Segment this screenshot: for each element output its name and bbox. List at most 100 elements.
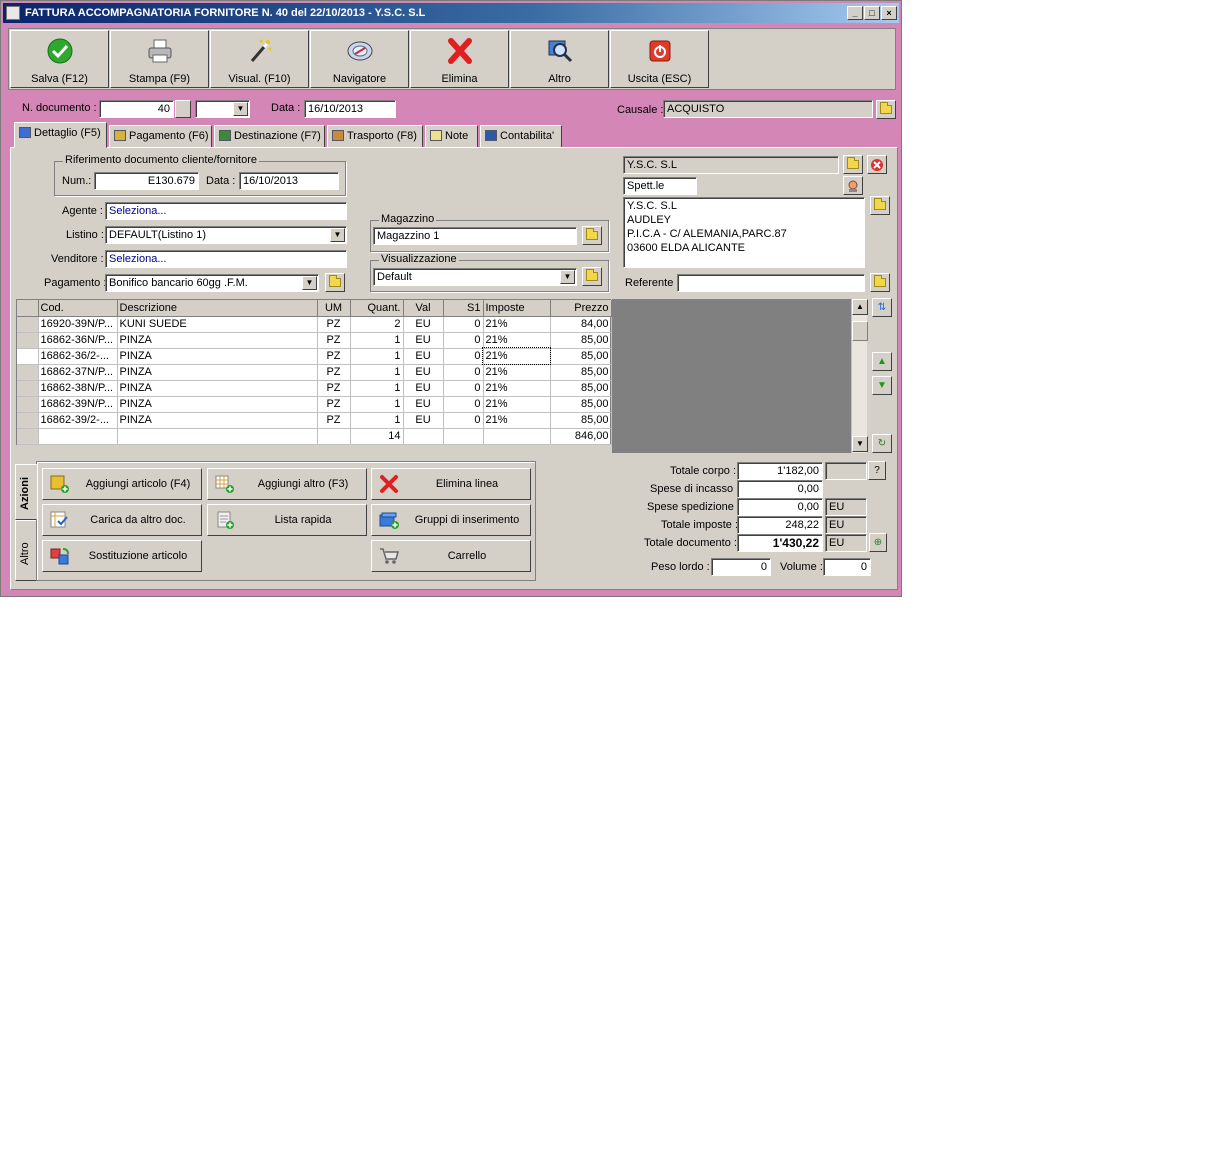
table-cell[interactable]: PZ xyxy=(317,396,351,413)
magazzino-field[interactable]: Magazzino 1 xyxy=(373,227,577,245)
table-cell[interactable]: EU xyxy=(403,316,444,333)
supplier-name-field[interactable]: Y.S.C. S.L xyxy=(623,156,839,174)
table-cell[interactable]: PINZA xyxy=(117,380,318,397)
table-cell[interactable]: 0 xyxy=(443,380,484,397)
doc-series-select[interactable]: ▼ xyxy=(195,100,250,118)
save-button[interactable]: Salva (F12) xyxy=(10,30,109,88)
table-row[interactable]: 16862-39/2-... PINZA PZ 1 EU 0 21% 85,00 xyxy=(17,412,612,429)
causale-field[interactable]: ACQUISTO xyxy=(663,100,873,118)
table-row[interactable]: 16862-38N/P... PINZA PZ 1 EU 0 21% 85,00 xyxy=(17,380,612,397)
row-indicator[interactable] xyxy=(17,316,39,333)
table-cell[interactable]: PINZA xyxy=(117,348,318,365)
table-row[interactable]: 16862-37N/P... PINZA PZ 1 EU 0 21% 85,00 xyxy=(17,364,612,381)
table-cell[interactable]: PZ xyxy=(317,332,351,349)
table-cell[interactable]: 1 xyxy=(350,364,404,381)
referente-field[interactable] xyxy=(677,274,865,292)
table-cell[interactable]: 21% xyxy=(483,396,551,413)
visualizzazione-select[interactable]: Default ▼ xyxy=(373,268,577,286)
column-header[interactable]: Cod. xyxy=(38,300,118,317)
tab-destinazione[interactable]: Destinazione (F7) xyxy=(214,125,325,148)
table-cell[interactable]: 0 xyxy=(443,396,484,413)
items-grid[interactable]: Cod. Descrizione UM Quant. Val S1 Impost… xyxy=(16,299,612,445)
column-header[interactable]: UM xyxy=(317,300,351,317)
contact-search-button[interactable] xyxy=(843,176,863,195)
table-cell[interactable]: 85,00 xyxy=(550,412,612,429)
causale-browse-button[interactable] xyxy=(876,100,896,119)
table-cell[interactable]: PZ xyxy=(317,364,351,381)
table-cell[interactable]: 85,00 xyxy=(550,396,612,413)
close-button[interactable]: × xyxy=(881,6,897,20)
table-cell[interactable]: 0 xyxy=(443,412,484,429)
column-header[interactable]: Imposte xyxy=(483,300,551,317)
refresh-button[interactable]: ↻ xyxy=(872,434,892,453)
table-row[interactable]: 16862-36/2-... PINZA PZ 1 EU 0 21% 85,00 xyxy=(17,347,612,365)
table-cell[interactable]: 21% xyxy=(482,347,551,365)
table-cell[interactable]: PZ xyxy=(317,380,351,397)
ref-date-field[interactable]: 16/10/2013 xyxy=(239,172,339,190)
table-cell[interactable]: KUNI SUEDE xyxy=(117,316,318,333)
tab-dettaglio[interactable]: Dettaglio (F5) xyxy=(14,122,107,148)
table-cell[interactable]: EU xyxy=(403,396,444,413)
print-button[interactable]: Stampa (F9) xyxy=(110,30,209,88)
add-other-button[interactable]: Aggiungi altro (F3) xyxy=(207,468,367,500)
table-cell[interactable]: 16862-38N/P... xyxy=(38,380,118,397)
table-cell[interactable]: 21% xyxy=(483,316,551,333)
magazzino-browse-button[interactable] xyxy=(582,226,602,245)
help-button[interactable]: ? xyxy=(868,461,886,480)
ref-num-field[interactable]: E130.679 xyxy=(94,172,199,190)
column-header[interactable]: Val xyxy=(403,300,444,317)
move-down-button[interactable]: ▼ xyxy=(872,376,892,395)
delete-button[interactable]: Elimina xyxy=(410,30,509,88)
table-cell[interactable]: 0 xyxy=(443,316,484,333)
supplier-address-box[interactable]: Y.S.C. S.L AUDLEY P.I.C.A - C/ ALEMANIA,… xyxy=(623,197,865,268)
table-cell[interactable]: 85,00 xyxy=(550,364,612,381)
table-cell[interactable]: PINZA xyxy=(117,396,318,413)
column-header[interactable]: S1 xyxy=(443,300,484,317)
table-row[interactable]: 16920-39N/P... KUNI SUEDE PZ 2 EU 0 21% 84,00 xyxy=(17,316,612,333)
insert-groups-button[interactable]: Gruppi di inserimento xyxy=(371,504,531,536)
scroll-down-arrow-icon[interactable]: ▼ xyxy=(852,436,868,452)
row-indicator[interactable] xyxy=(17,364,39,381)
table-cell[interactable]: EU xyxy=(403,348,444,365)
referente-browse-button[interactable] xyxy=(870,273,890,292)
supplier-browse-button[interactable] xyxy=(843,155,863,174)
table-cell[interactable]: 16862-36/2-... xyxy=(38,348,118,365)
table-cell[interactable]: 16862-37N/P... xyxy=(38,364,118,381)
row-indicator[interactable] xyxy=(17,396,39,413)
table-cell[interactable]: PINZA xyxy=(117,364,318,381)
table-cell[interactable]: 1 xyxy=(350,396,404,413)
table-cell[interactable]: EU xyxy=(403,412,444,429)
table-cell[interactable]: 16862-39N/P... xyxy=(38,396,118,413)
side-tab-azioni[interactable]: Azioni xyxy=(15,464,37,520)
tab-note[interactable]: Note xyxy=(425,125,478,148)
exit-button[interactable]: Uscita (ESC) xyxy=(610,30,709,88)
table-row[interactable]: 16862-36N/P... PINZA PZ 1 EU 0 21% 85,00 xyxy=(17,332,612,349)
table-cell[interactable]: 21% xyxy=(483,380,551,397)
spese-spedizione-field[interactable]: 0,00 xyxy=(737,498,823,516)
table-cell[interactable]: 0 xyxy=(443,332,484,349)
table-cell[interactable]: EU xyxy=(403,364,444,381)
table-cell[interactable]: 85,00 xyxy=(550,332,612,349)
peso-lordo-field[interactable]: 0 xyxy=(711,558,771,576)
table-cell[interactable]: PZ xyxy=(317,412,351,429)
column-header[interactable]: Quant. xyxy=(350,300,404,317)
volume-field[interactable]: 0 xyxy=(823,558,871,576)
table-cell[interactable]: PINZA xyxy=(117,332,318,349)
column-header[interactable]: Prezzo xyxy=(550,300,612,317)
tab-pagamento[interactable]: Pagamento (F6) xyxy=(109,125,212,148)
table-cell[interactable]: 0 xyxy=(443,364,484,381)
sort-button[interactable]: ⇅ xyxy=(872,298,892,317)
row-indicator[interactable] xyxy=(17,348,39,365)
address-browse-button[interactable] xyxy=(870,196,890,215)
table-cell[interactable]: 2 xyxy=(350,316,404,333)
table-cell[interactable]: 1 xyxy=(350,332,404,349)
visualizzazione-browse-button[interactable] xyxy=(582,267,602,286)
row-indicator[interactable] xyxy=(17,332,39,349)
maximize-button[interactable]: □ xyxy=(864,6,880,20)
table-cell[interactable]: 16862-39/2-... xyxy=(38,412,118,429)
table-cell[interactable]: 16862-36N/P... xyxy=(38,332,118,349)
doc-number-field[interactable]: 40 xyxy=(99,100,174,118)
listino-select[interactable]: DEFAULT(Listino 1) ▼ xyxy=(105,226,347,244)
table-cell[interactable]: 21% xyxy=(483,412,551,429)
row-indicator[interactable] xyxy=(17,412,39,429)
